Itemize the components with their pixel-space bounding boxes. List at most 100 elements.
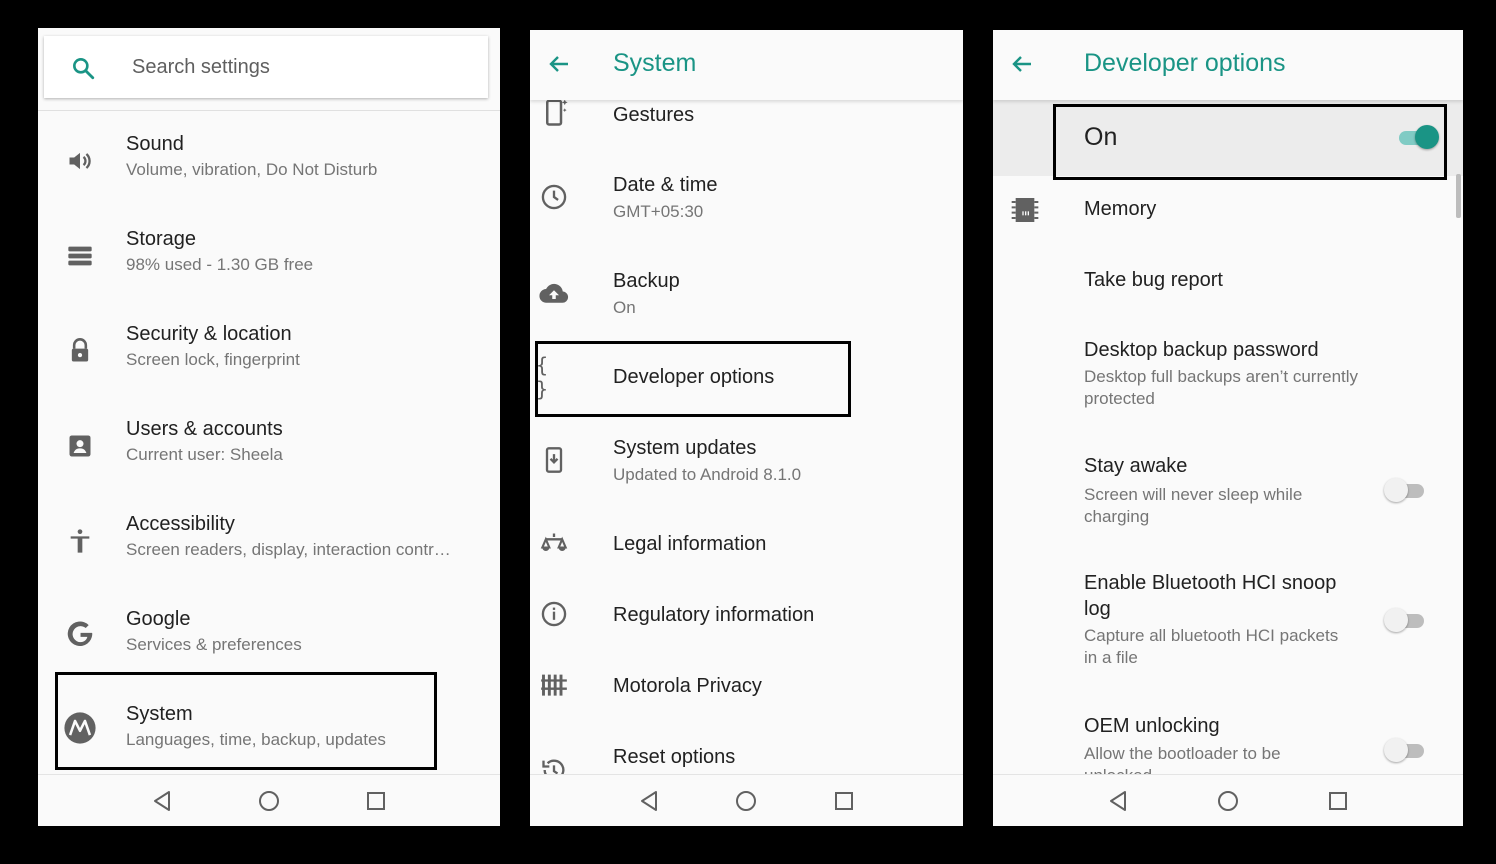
- item-subtitle: Screen readers, display, interaction con…: [126, 540, 451, 559]
- recents-icon[interactable]: [362, 787, 390, 815]
- home-icon[interactable]: [1214, 787, 1242, 815]
- volume-icon: [62, 143, 98, 179]
- dev-item-stay-awake[interactable]: Stay awake Screen will never sleep while…: [993, 445, 1463, 545]
- system-item-date-time[interactable]: Date & time GMT+05:30: [530, 165, 963, 260]
- item-subtitle: Allow the bootloader to be: [1084, 744, 1281, 763]
- code-braces-icon: { }: [536, 353, 549, 401]
- bluetooth-hci-toggle[interactable]: [1384, 607, 1428, 633]
- oem-unlocking-toggle[interactable]: [1384, 737, 1428, 763]
- home-icon[interactable]: [732, 787, 760, 815]
- system-item-regulatory-information[interactable]: Regulatory information: [530, 590, 963, 660]
- item-subtitle: Updated to Android 8.1.0: [613, 465, 802, 484]
- settings-item-security[interactable]: Security & location Screen lock, fingerp…: [38, 313, 500, 408]
- settings-item-users[interactable]: Users & accounts Current user: Sheela: [38, 408, 500, 503]
- settings-screen: Search settings Sound Volume, vibration,…: [38, 28, 500, 826]
- back-arrow-icon[interactable]: [1009, 52, 1035, 81]
- app-bar: System: [530, 30, 963, 100]
- dev-item-memory[interactable]: Memory: [993, 180, 1463, 240]
- item-title: log: [1084, 598, 1111, 620]
- master-switch-label: On: [1084, 123, 1118, 151]
- item-title: Legal information: [613, 533, 767, 555]
- scale-icon: [536, 526, 572, 562]
- dev-item-oem-unlocking[interactable]: OEM unlocking Allow the bootloader to be…: [993, 705, 1463, 785]
- item-subtitle: Screen will never sleep while: [1084, 485, 1303, 504]
- system-update-icon: [536, 442, 572, 478]
- settings-item-sound[interactable]: Sound Volume, vibration, Do Not Disturb: [38, 123, 500, 218]
- clock-icon: [536, 179, 572, 215]
- item-title: Accessibility: [126, 513, 235, 535]
- system-item-legal-information[interactable]: Legal information: [530, 520, 963, 590]
- fence-icon: [536, 666, 572, 702]
- scrollbar[interactable]: [1456, 174, 1461, 218]
- item-title: Desktop backup password: [1084, 339, 1319, 361]
- page-title: System: [613, 49, 697, 77]
- google-icon: [62, 616, 98, 652]
- item-title: Gestures: [613, 104, 695, 126]
- item-title: Date & time: [613, 174, 718, 196]
- memory-icon: [1007, 192, 1043, 228]
- item-title: Reset options: [613, 746, 736, 768]
- dev-item-bluetooth-hci-snoop[interactable]: Enable Bluetooth HCI snoop log Capture a…: [993, 560, 1463, 680]
- motorola-icon: [62, 710, 98, 746]
- settings-item-storage[interactable]: Storage 98% used - 1.30 GB free: [38, 218, 500, 313]
- account-icon: [62, 428, 98, 464]
- item-subtitle: Current user: Sheela: [126, 445, 283, 464]
- accessibility-icon: [62, 523, 98, 559]
- item-title: Google: [126, 608, 191, 630]
- cloud-upload-icon: [536, 276, 572, 312]
- recents-icon[interactable]: [1324, 787, 1352, 815]
- item-title: System updates: [613, 437, 757, 459]
- system-screen: Gestures Date & time GMT+05:30 Backup On…: [530, 30, 963, 826]
- system-item-system-updates[interactable]: System updates Updated to Android 8.1.0: [530, 425, 963, 520]
- item-subtitle: 98% used - 1.30 GB free: [126, 255, 314, 274]
- item-title: Developer options: [613, 366, 775, 388]
- master-switch-row[interactable]: On: [993, 100, 1463, 176]
- item-title: Users & accounts: [126, 418, 283, 440]
- developer-options-screen: On Memory Take bug report Desktop backup…: [993, 30, 1463, 826]
- item-title: Storage: [126, 228, 197, 250]
- system-item-reset-options[interactable]: Reset options: [530, 730, 963, 781]
- system-item-developer-options[interactable]: { } Developer options: [530, 345, 963, 410]
- item-title: Regulatory information: [613, 604, 815, 626]
- search-icon: [70, 55, 96, 86]
- nav-bar: [38, 774, 500, 826]
- item-subtitle: Languages, time, backup, updates: [126, 730, 386, 749]
- item-subtitle: Capture all bluetooth HCI packets: [1084, 626, 1339, 645]
- dev-item-desktop-backup-password[interactable]: Desktop backup password Desktop full bac…: [993, 325, 1463, 425]
- search-bar[interactable]: Search settings: [44, 36, 488, 98]
- item-subtitle: On: [613, 298, 636, 317]
- back-icon[interactable]: [1104, 787, 1132, 815]
- back-arrow-icon[interactable]: [546, 52, 572, 81]
- nav-bar: [993, 774, 1463, 826]
- item-title: Stay awake: [1084, 455, 1188, 477]
- system-item-gestures[interactable]: Gestures: [530, 99, 963, 145]
- item-title: Enable Bluetooth HCI snoop: [1084, 572, 1337, 594]
- item-title: System: [126, 703, 193, 725]
- home-icon[interactable]: [255, 787, 283, 815]
- item-subtitle: Services & preferences: [126, 635, 302, 654]
- item-subtitle: protected: [1084, 389, 1155, 408]
- item-title: Security & location: [126, 323, 292, 345]
- item-title: Backup: [613, 270, 680, 292]
- item-subtitle: Desktop full backups aren’t currently: [1084, 367, 1359, 386]
- back-icon[interactable]: [148, 787, 176, 815]
- settings-item-accessibility[interactable]: Accessibility Screen readers, display, i…: [38, 503, 500, 598]
- dev-item-take-bug-report[interactable]: Take bug report: [993, 250, 1463, 310]
- item-title: Sound: [126, 133, 184, 155]
- app-bar: Developer options: [993, 30, 1463, 100]
- system-item-motorola-privacy[interactable]: Motorola Privacy: [530, 660, 963, 730]
- divider: [38, 110, 500, 111]
- stay-awake-toggle[interactable]: [1384, 477, 1428, 503]
- item-title: Memory: [1084, 198, 1157, 220]
- back-icon[interactable]: [635, 787, 663, 815]
- item-title: Take bug report: [1084, 269, 1223, 291]
- settings-item-google[interactable]: Google Services & preferences: [38, 598, 500, 693]
- lock-icon: [62, 333, 98, 369]
- master-switch-toggle[interactable]: [1395, 124, 1439, 150]
- system-item-backup[interactable]: Backup On: [530, 260, 963, 355]
- item-subtitle: charging: [1084, 507, 1150, 526]
- item-subtitle: Volume, vibration, Do Not Disturb: [126, 160, 378, 179]
- item-subtitle: in a file: [1084, 648, 1138, 667]
- recents-icon[interactable]: [830, 787, 858, 815]
- storage-icon: [62, 238, 98, 274]
